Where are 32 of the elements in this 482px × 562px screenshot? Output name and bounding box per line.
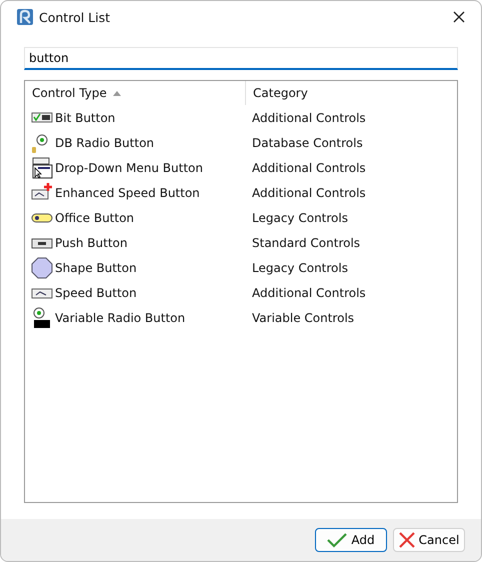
control-type-name[interactable]: Drop-Down Menu Button	[55, 160, 203, 174]
search-field[interactable]: button	[24, 47, 458, 70]
octagon-icon	[31, 256, 53, 278]
control-type-name[interactable]: Shape Button	[55, 260, 137, 274]
category-text: Variable Controls	[252, 310, 354, 324]
column-header[interactable]: Category	[246, 81, 456, 105]
close-icon[interactable]	[453, 11, 465, 23]
category-text: Additional Controls	[252, 160, 366, 174]
control-type-name[interactable]: Push Button	[55, 236, 128, 250]
category-text: Legacy Controls	[252, 210, 348, 224]
app-logo-icon	[17, 9, 33, 25]
control-type-name[interactable]: Office Button	[55, 210, 134, 224]
control-type-name[interactable]: Variable Radio Button	[55, 310, 186, 324]
sort-up-icon	[112, 90, 121, 96]
add-button[interactable]: Add	[315, 528, 387, 552]
checkmark-icon	[327, 532, 348, 548]
control-type-name[interactable]: Speed Button	[55, 286, 137, 300]
cancel-button[interactable]: Cancel	[393, 528, 465, 552]
column-header[interactable]: Control Type	[25, 81, 246, 105]
category-text: Additional Controls	[252, 110, 366, 124]
category-text: Additional Controls	[252, 186, 366, 200]
category-text: Standard Controls	[252, 236, 360, 250]
dropdown-window-icon	[31, 156, 53, 178]
control-type-name[interactable]: DB Radio Button	[55, 136, 154, 150]
control-type-name[interactable]: Bit Button	[55, 110, 116, 124]
category-text: Additional Controls	[252, 286, 366, 300]
control-type-name[interactable]: Enhanced Speed Button	[55, 186, 200, 200]
category-text: Legacy Controls	[252, 260, 348, 274]
close-icon	[398, 532, 415, 548]
radio-var-icon	[31, 306, 53, 328]
window-title: Control List	[39, 10, 112, 24]
category-text: Database Controls	[252, 136, 363, 150]
